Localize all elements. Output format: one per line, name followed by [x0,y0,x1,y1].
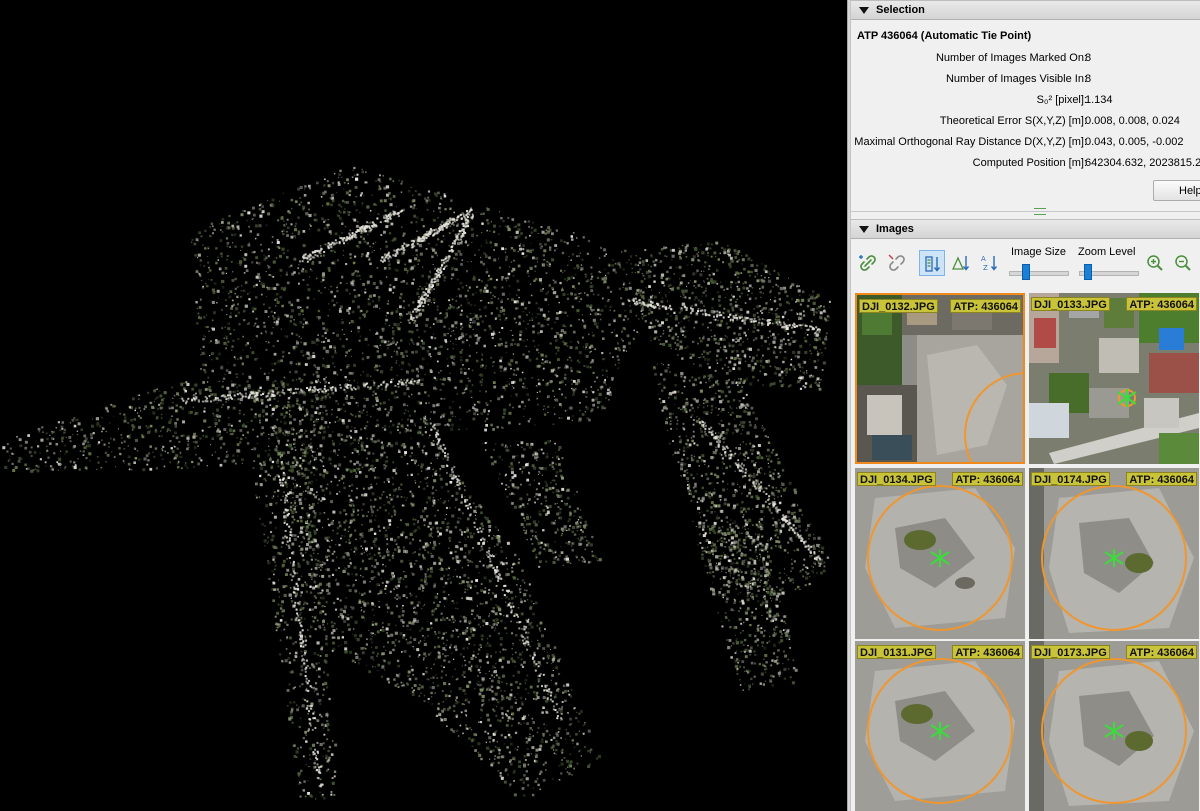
zoom-in-icon [1147,255,1163,271]
zoom-level-slider[interactable] [1079,264,1139,280]
selection-title: ATP 436064 (Automatic Tie Point) [857,30,1032,42]
image-thumbnail-grid: DJI_0132.JPG ATP: 436064 DJI_0133.JPG AT… [855,293,1200,811]
properties-panel: Selection ATP 436064 (Automatic Tie Poin… [851,0,1200,811]
collapse-triangle-icon[interactable] [859,226,869,233]
section-resize-grip[interactable] [851,206,1200,216]
thumbnail-atp-label: ATP: 436064 [1126,297,1197,311]
image-size-slider-thumb[interactable] [1022,264,1030,280]
prop-label: Theoretical Error S(X,Y,Z) [m]: [939,115,1087,127]
images-section-header[interactable]: Images [851,219,1200,239]
point-cloud-viewport[interactable] [0,0,847,811]
aerial-photo [857,295,1023,462]
thumbnail-atp-label: ATP: 436064 [1126,645,1197,659]
thumbnail-filename: DJI_0131.JPG [857,645,936,659]
thumbnail-filename: DJI_0133.JPG [1031,297,1110,311]
aerial-photo [855,468,1025,639]
sort-by-triangle-icon [951,256,970,271]
image-thumbnail[interactable]: DJI_0174.JPG ATP: 436064 [1029,468,1199,639]
image-thumbnail[interactable]: DJI_0131.JPG ATP: 436064 [855,641,1025,811]
zoom-out-icon [1175,255,1191,271]
prop-value: 1.134 [1085,94,1113,106]
aerial-photo [855,641,1025,811]
prop-value: 0.043, 0.005, -0.002 [1085,136,1184,148]
thumbnail-filename: DJI_0173.JPG [1031,645,1110,659]
zoom-level-label: Zoom Level [1078,246,1136,258]
image-thumbnail[interactable]: DJI_0134.JPG ATP: 436064 [855,468,1025,639]
help-button[interactable]: Help [1153,180,1200,201]
images-toolbar: A Z Image Size Zoom Level [851,242,1200,288]
zoom-out-button[interactable] [1170,250,1196,276]
thumbnail-atp-label: ATP: 436064 [952,472,1023,486]
prop-row-ray-distance: Maximal Orthogonal Ray Distance D(X,Y,Z)… [851,136,1200,150]
link-add-button[interactable] [855,250,881,276]
selection-header-title: Selection [876,4,925,16]
prop-row-images-marked: Number of Images Marked On: 8 [851,52,1200,66]
collapse-triangle-icon[interactable] [859,7,869,14]
aerial-photo [1029,293,1199,464]
prop-label: Number of Images Marked On: [935,52,1087,64]
thumbnail-atp-label: ATP: 436064 [950,299,1021,313]
zoom-level-slider-thumb[interactable] [1084,264,1092,280]
prop-label: Computed Position [m]: [972,157,1087,169]
prop-label: Number of Images Visible In: [945,73,1087,85]
zoom-in-button[interactable] [1142,250,1168,276]
image-size-label: Image Size [1011,246,1067,258]
point-cloud-render [2,166,831,800]
thumbnail-atp-label: ATP: 436064 [1126,472,1197,486]
thumbnail-filename: DJI_0132.JPG [859,299,938,313]
prop-value: 642304.632, 2023815.22 [1085,157,1200,169]
aerial-photo [1029,468,1199,639]
prop-row-theoretical-error: Theoretical Error S(X,Y,Z) [m]: 0.008, 0… [851,115,1200,129]
prop-label: Maximal Orthogonal Ray Distance D(X,Y,Z)… [854,136,1087,148]
prop-value: 8 [1085,52,1092,64]
image-thumbnail[interactable]: DJI_0133.JPG ATP: 436064 [1029,293,1199,464]
link-add-icon [859,255,876,271]
prop-row-computed-position: Computed Position [m]: 642304.632, 20238… [851,157,1200,171]
sort-by-triangulation-button[interactable] [919,250,945,276]
prop-value: 0.008, 0.008, 0.024 [1085,115,1180,127]
image-thumbnail[interactable]: DJI_0173.JPG ATP: 436064 [1029,641,1199,811]
sort-by-triangle-button[interactable] [948,250,974,276]
thumbnail-filename: DJI_0174.JPG [1031,472,1110,486]
selection-section-header[interactable]: Selection [851,0,1200,20]
prop-label: S₀² [pixel]: [1036,94,1087,106]
link-remove-icon [888,254,905,271]
aerial-photo [1029,641,1199,811]
images-header-title: Images [876,223,914,235]
sort-by-triangulation-icon [925,256,941,272]
prop-row-s0: S₀² [pixel]: 1.134 [851,94,1200,108]
link-remove-button[interactable] [884,250,910,276]
image-size-slider[interactable] [1009,264,1069,280]
thumbnail-atp-label: ATP: 436064 [952,645,1023,659]
sort-alphabetical-button[interactable]: A Z [976,250,1002,276]
prop-row-images-visible: Number of Images Visible In: 8 [851,73,1200,87]
prop-value: 8 [1085,73,1092,85]
thumbnail-filename: DJI_0134.JPG [857,472,936,486]
sort-alphabetical-icon: A Z [981,255,998,272]
image-thumbnail[interactable]: DJI_0132.JPG ATP: 436064 [855,293,1025,464]
